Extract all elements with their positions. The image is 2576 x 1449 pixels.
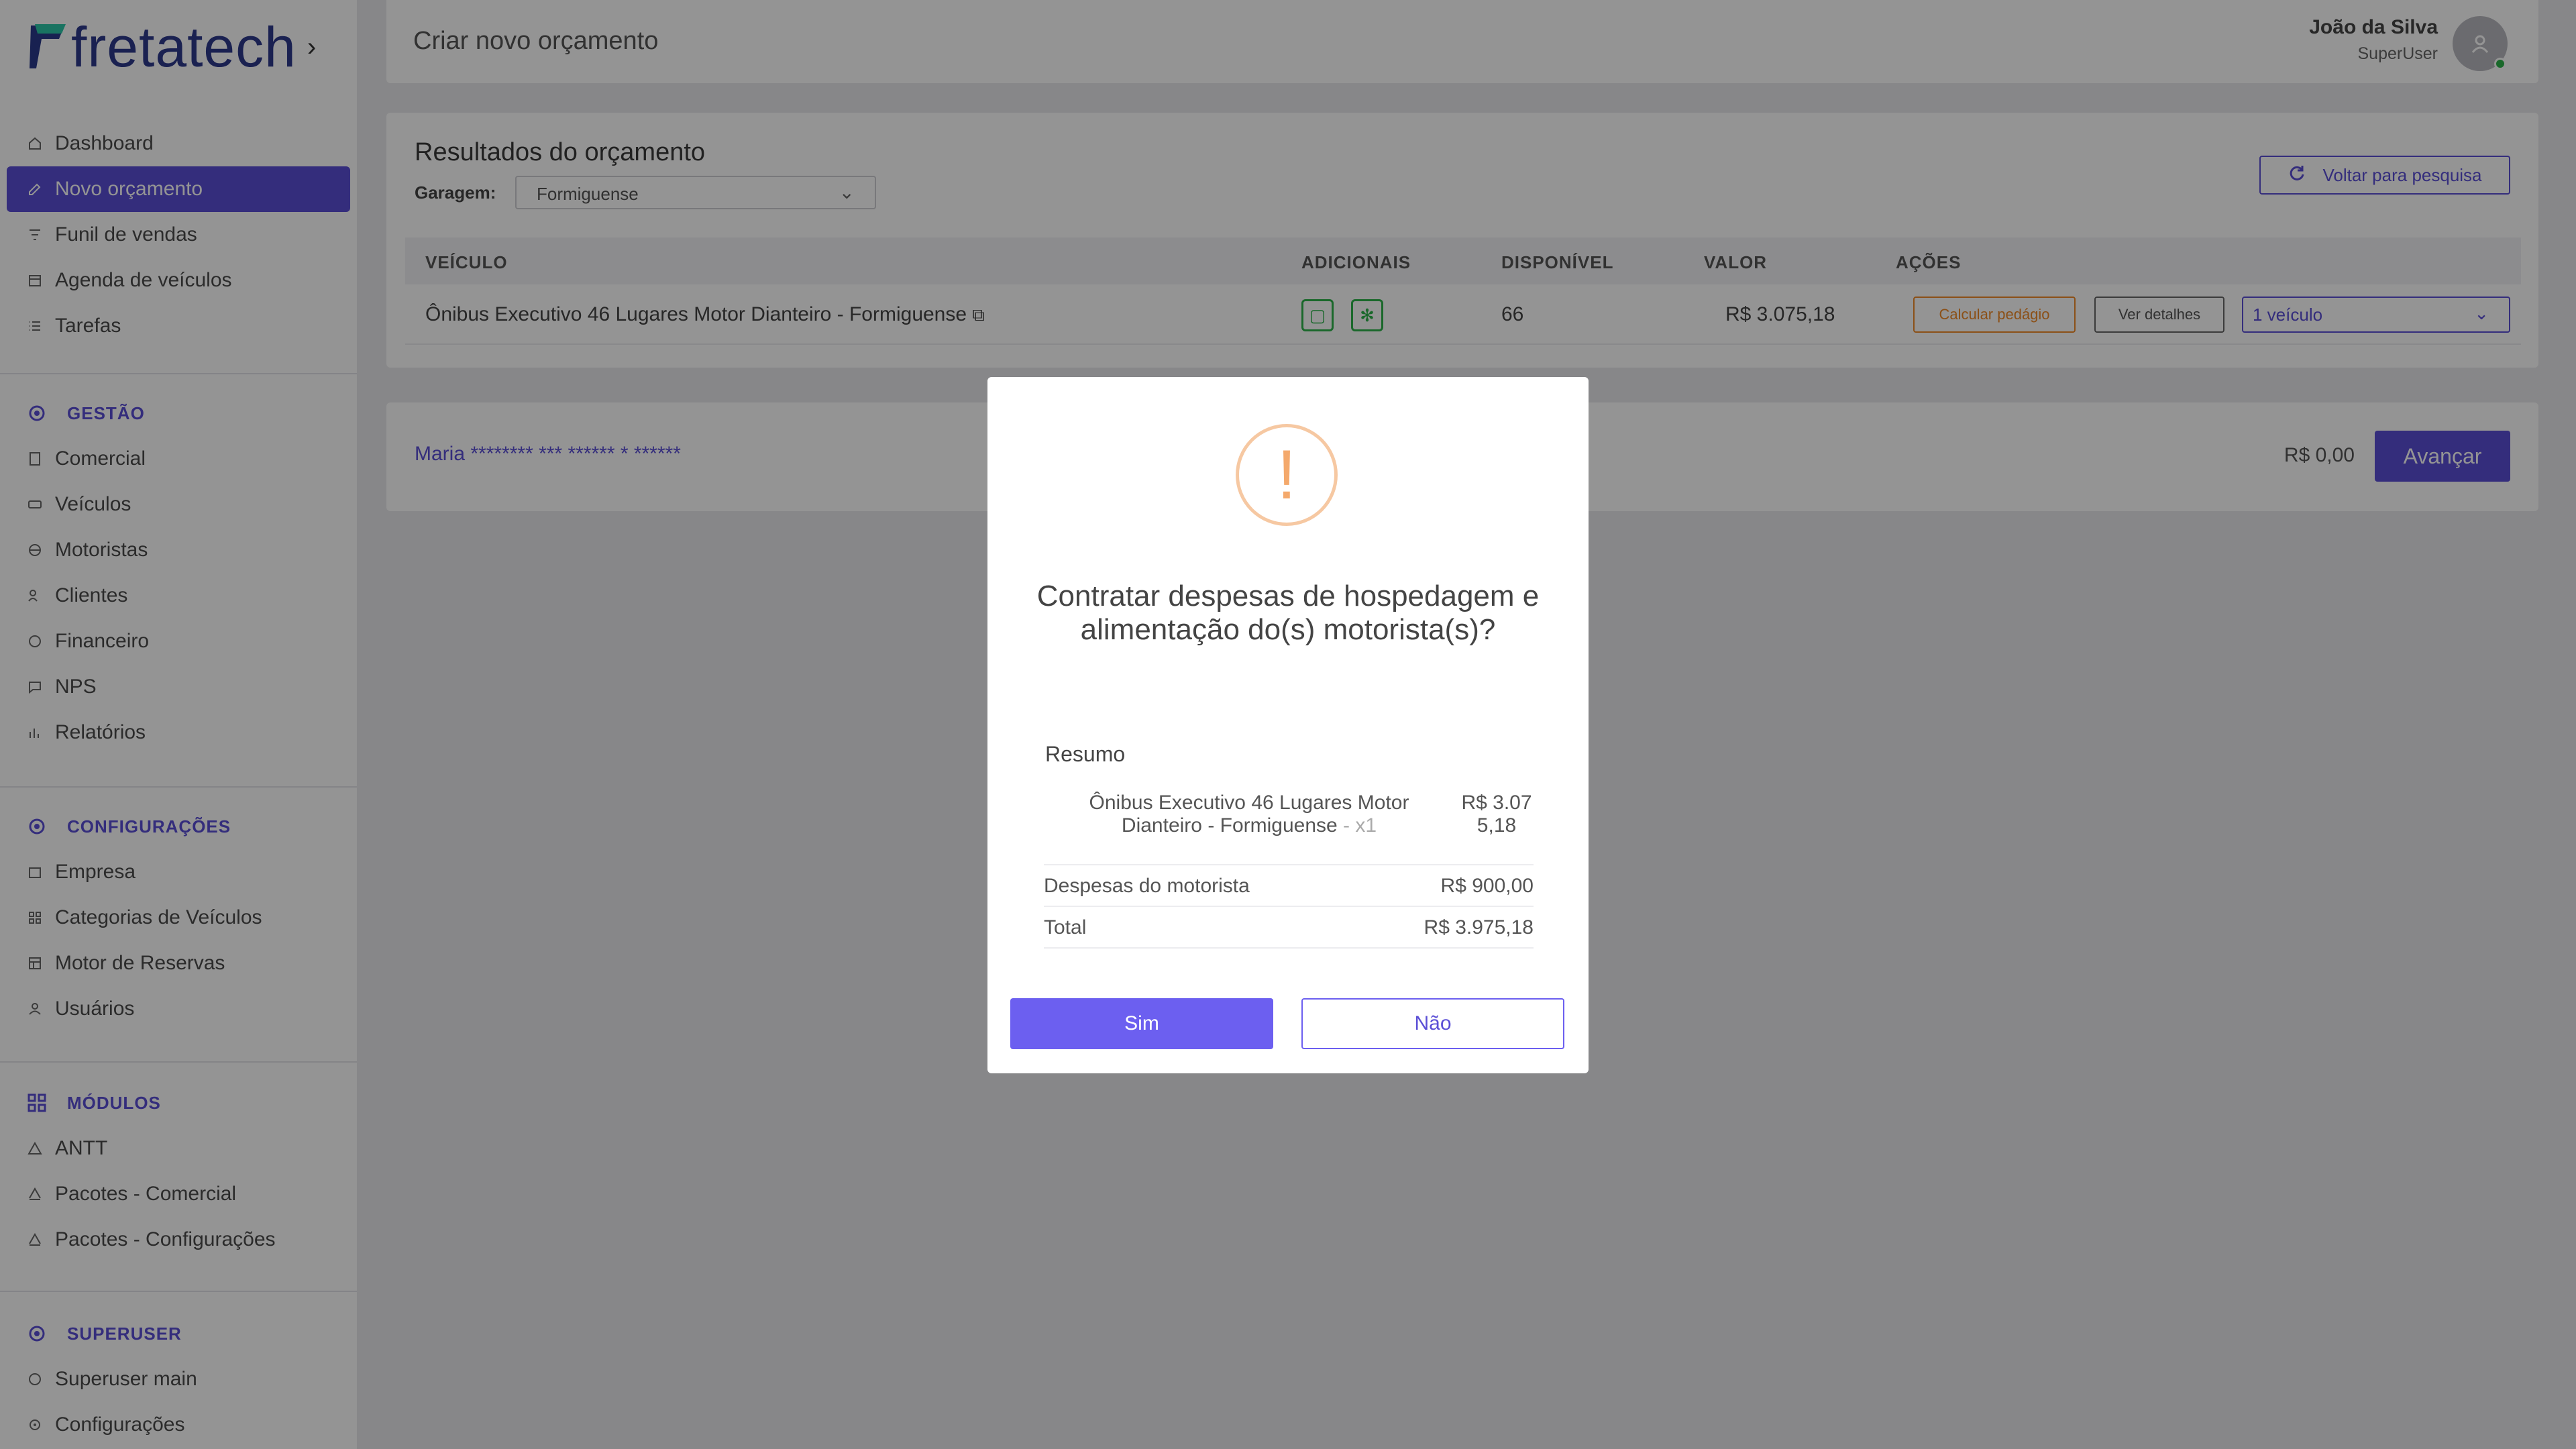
summary-row-total: Total R$ 3.975,18 bbox=[1044, 907, 1534, 949]
warning-icon: ! bbox=[1236, 424, 1338, 526]
dialog-title: Contratar despesas de hospedagem e alime… bbox=[1036, 580, 1540, 646]
driver-expenses-label: Despesas do motorista bbox=[1044, 875, 1250, 897]
summary-row-vehicle: Ônibus Executivo 46 Lugares Motor Diante… bbox=[1044, 792, 1534, 865]
summary-row-driver: Despesas do motorista R$ 900,00 bbox=[1044, 865, 1534, 907]
driver-expenses-value: R$ 900,00 bbox=[1440, 875, 1534, 897]
total-value: R$ 3.975,18 bbox=[1424, 916, 1534, 938]
total-label: Total bbox=[1044, 916, 1087, 938]
confirmation-dialog: ! Contratar despesas de hospedagem e ali… bbox=[987, 377, 1589, 1073]
summary-title: Resumo bbox=[1045, 742, 1126, 766]
summary-item: Ônibus Executivo 46 Lugares Motor Diante… bbox=[1075, 792, 1424, 837]
summary-item-price: R$ 3.075,18 bbox=[1461, 792, 1532, 837]
no-button[interactable]: Não bbox=[1301, 998, 1564, 1049]
summary-item-qty: - x1 bbox=[1337, 814, 1377, 837]
yes-button[interactable]: Sim bbox=[1010, 998, 1273, 1049]
summary-table: Ônibus Executivo 46 Lugares Motor Diante… bbox=[1044, 792, 1534, 949]
